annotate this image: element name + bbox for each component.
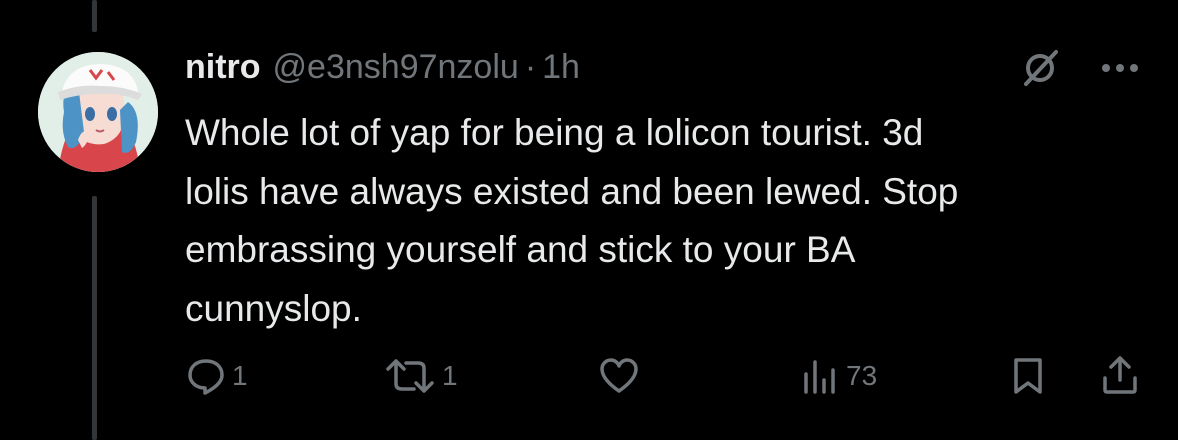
like-button[interactable] <box>598 356 646 396</box>
avatar[interactable] <box>38 52 158 172</box>
repost-count: 1 <box>442 360 458 391</box>
repost-button[interactable]: 1 <box>384 356 458 396</box>
bookmark-icon <box>1014 358 1042 394</box>
views-count: 73 <box>846 360 878 391</box>
user-handle[interactable]: @e3nsh97nzolu <box>273 48 519 87</box>
repost-icon <box>386 359 434 393</box>
display-name[interactable]: nitro <box>185 48 261 87</box>
tweet-top-actions <box>1016 44 1144 92</box>
action-bar: 1 1 73 <box>0 346 1178 406</box>
separator-dot: · <box>524 47 537 86</box>
grok-icon[interactable] <box>1016 44 1064 92</box>
reply-button[interactable]: 1 <box>186 356 248 396</box>
share-icon <box>1103 356 1137 394</box>
tweet-text: Whole lot of yap for being a lolicon tou… <box>185 104 1145 338</box>
tweet-header: nitro @e3nsh97nzolu · 1h <box>185 42 580 92</box>
timestamp[interactable]: 1h <box>542 48 580 87</box>
reply-count: 1 <box>232 360 248 391</box>
views-button[interactable]: 73 <box>800 356 877 396</box>
more-icon[interactable] <box>1096 44 1144 92</box>
thread-line-top <box>92 0 97 32</box>
tweet-text-line: lolis have always existed and been lewed… <box>185 170 959 212</box>
tweet-text-line: Whole lot of yap for being a lolicon tou… <box>185 112 924 153</box>
tweet-text-line: embrassing yourself and stick to your BA <box>185 229 856 270</box>
like-icon <box>600 358 638 393</box>
reply-icon <box>188 359 224 395</box>
share-button[interactable] <box>1100 354 1140 396</box>
bookmark-button[interactable] <box>1010 356 1046 396</box>
tweet-text-line: cunnyslop. <box>185 287 362 329</box>
views-icon <box>804 360 835 394</box>
